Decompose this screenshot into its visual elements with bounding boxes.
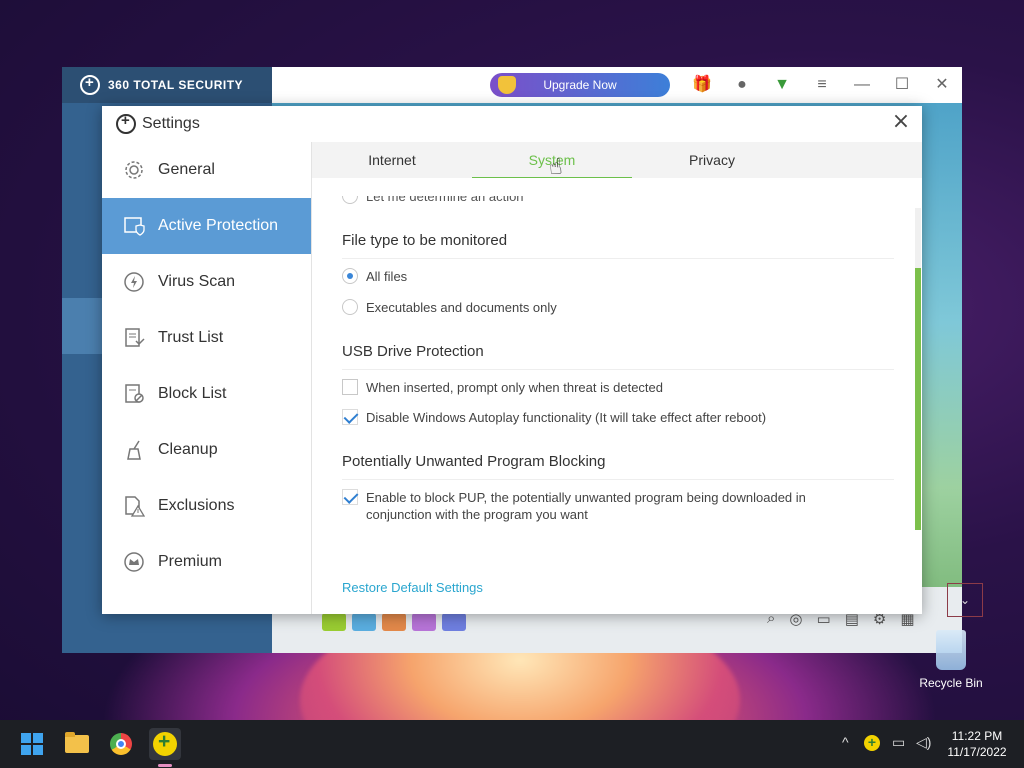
section-divider: [342, 479, 894, 480]
section-divider: [342, 369, 894, 370]
option-usb-prompt[interactable]: When inserted, prompt only when threat i…: [342, 379, 663, 396]
minimize-icon[interactable]: —: [852, 75, 872, 95]
settings-nav: General Active Protection Virus Scan Tru…: [102, 142, 311, 614]
radio-button[interactable]: [342, 268, 358, 284]
nav-item-block-list[interactable]: Block List: [102, 366, 311, 422]
recycle-bin[interactable]: Recycle Bin: [916, 630, 986, 690]
start-button[interactable]: [16, 728, 48, 760]
recycle-bin-label: Recycle Bin: [919, 676, 983, 690]
chevron-up-icon[interactable]: ^: [842, 734, 849, 750]
upgrade-now-button[interactable]: Upgrade Now: [490, 73, 670, 97]
nav-label: Virus Scan: [158, 273, 236, 290]
clock-date: 11/17/2022: [947, 745, 1007, 759]
network-icon[interactable]: ▭: [892, 734, 905, 751]
option-executables-only[interactable]: Executables and documents only: [342, 299, 557, 316]
settings-dialog: Settings × General Active Protection Vir…: [102, 106, 922, 614]
trust-list-icon: [122, 326, 146, 350]
section-title-file-type: File type to be monitored: [342, 232, 508, 249]
option-label: All files: [366, 269, 408, 284]
shield-monitor-icon: [122, 214, 146, 238]
checkbox[interactable]: [342, 379, 358, 395]
clock[interactable]: 11:22 PM 11/17/2022: [944, 728, 1010, 760]
dialog-titlebar: Settings: [102, 106, 922, 142]
360-logo-icon: [116, 112, 136, 134]
option-label: Let me determine an action: [366, 188, 524, 204]
nav-item-virus-scan[interactable]: Virus Scan: [102, 254, 311, 310]
running-indicator: [158, 764, 172, 767]
radio-button[interactable]: [342, 196, 358, 204]
avatar-icon[interactable]: ●: [732, 75, 752, 95]
scrollbar-thumb[interactable]: [915, 268, 921, 530]
taskbar: ^ + ▭ ◁) 11:22 PM 11/17/2022: [0, 720, 1024, 768]
nav-item-cleanup[interactable]: Cleanup: [102, 422, 311, 478]
volume-icon[interactable]: ◁): [916, 734, 931, 751]
nav-item-exclusions[interactable]: Exclusions: [102, 478, 311, 534]
option-disable-autoplay[interactable]: Disable Windows Autoplay functionality (…: [342, 409, 766, 426]
upgrade-label: Upgrade Now: [543, 78, 617, 92]
nav-label: General: [158, 161, 215, 178]
file-explorer-button[interactable]: [61, 728, 93, 760]
option-label: Enable to block PUP, the potentially unw…: [366, 490, 806, 522]
checkbox[interactable]: [342, 489, 358, 505]
brand-label: 360 TOTAL SECURITY: [108, 78, 244, 92]
exclusion-icon: [122, 494, 146, 518]
scrollbar[interactable]: [915, 208, 921, 530]
tab-internet[interactable]: Internet: [312, 142, 472, 178]
main-titlebar: 360 TOTAL SECURITY Upgrade Now 🎁 ● ▼ ≡ —…: [62, 67, 962, 103]
chevron-down-icon[interactable]: ⌄: [947, 583, 983, 617]
crown-icon: [122, 550, 146, 574]
option-all-files[interactable]: All files: [342, 268, 407, 285]
hand-cursor-icon: ☝: [547, 153, 564, 180]
recycle-bin-icon: [936, 630, 966, 670]
chrome-icon: [110, 733, 132, 755]
close-button[interactable]: ×: [890, 111, 912, 134]
section-divider: [342, 258, 894, 259]
tab-privacy[interactable]: Privacy: [632, 142, 792, 178]
settings-content: Let me determine an action File type to …: [312, 178, 922, 614]
section-title-pup: Potentially Unwanted Program Blocking: [342, 453, 606, 470]
tshirt-icon[interactable]: ▼: [772, 75, 792, 95]
restore-default-settings-link[interactable]: Restore Default Settings: [342, 580, 483, 595]
chrome-button[interactable]: [105, 728, 137, 760]
nav-label: Trust List: [158, 329, 224, 346]
360-logo-icon: [80, 74, 100, 95]
nav-item-general[interactable]: General: [102, 142, 311, 198]
option-label: Disable Windows Autoplay functionality (…: [366, 410, 767, 425]
feature-shortcuts: [322, 613, 466, 631]
radio-button[interactable]: [342, 299, 358, 315]
360-tray-icon[interactable]: +: [864, 734, 880, 751]
option-label: When inserted, prompt only when threat i…: [366, 380, 663, 395]
360-total-security-button[interactable]: [149, 728, 181, 760]
settings-tabs: Internet System Privacy: [312, 142, 922, 178]
block-list-icon: [122, 382, 146, 406]
section-title-usb: USB Drive Protection: [342, 343, 484, 360]
shield-icon: [498, 76, 516, 94]
nav-item-premium[interactable]: Premium: [102, 534, 311, 590]
maximize-icon[interactable]: ☐: [892, 75, 912, 95]
folder-icon: [65, 732, 89, 753]
nav-label: Exclusions: [158, 497, 235, 514]
nav-label: Premium: [158, 553, 223, 570]
nav-label: Block List: [158, 385, 227, 402]
nav-label: Active Protection: [158, 217, 279, 234]
option-label: Executables and documents only: [366, 300, 557, 315]
determine-action-option[interactable]: Let me determine an action: [342, 188, 524, 204]
checkbox[interactable]: [342, 409, 358, 425]
option-block-pup[interactable]: Enable to block PUP, the potentially unw…: [342, 489, 842, 523]
brand: 360 TOTAL SECURITY: [62, 67, 272, 103]
360-app-icon: [153, 730, 177, 756]
windows-logo-icon: [21, 733, 43, 755]
menu-icon[interactable]: ≡: [812, 75, 832, 95]
scan-bolt-icon: [122, 270, 146, 294]
nav-item-trust-list[interactable]: Trust List: [102, 310, 311, 366]
close-icon[interactable]: ✕: [932, 75, 952, 95]
nav-item-active-protection[interactable]: Active Protection: [102, 198, 311, 254]
gift-icon[interactable]: 🎁: [692, 75, 712, 95]
nav-label: Cleanup: [158, 441, 218, 458]
clock-time: 11:22 PM: [951, 729, 1003, 743]
gear-icon: [122, 158, 146, 182]
dialog-title: Settings: [142, 115, 200, 132]
broom-icon: [122, 438, 146, 462]
